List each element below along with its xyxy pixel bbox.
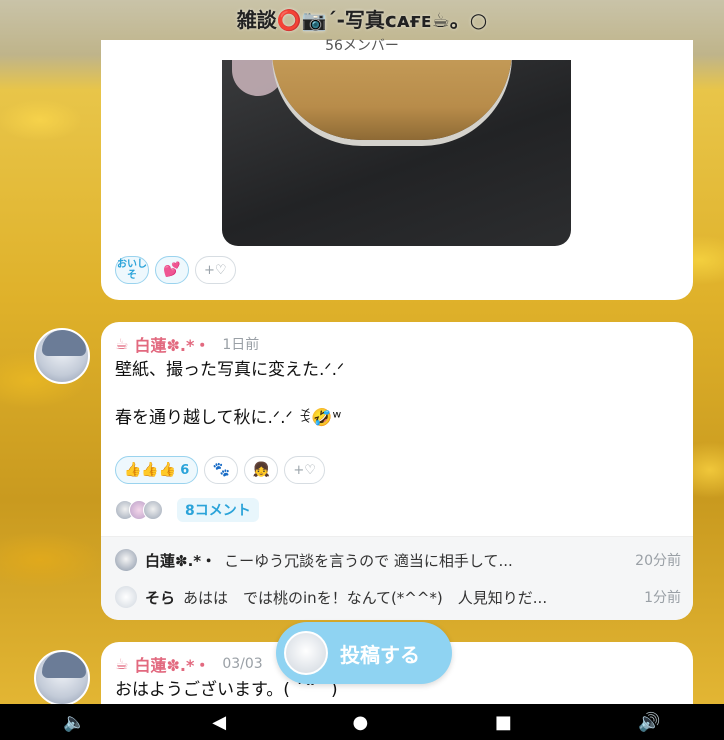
member-count[interactable]: 56メンバー (0, 35, 724, 55)
character-sticker: 🐾 (212, 462, 231, 478)
reaction-bar: おいしそ 💕 +♡ (115, 256, 236, 284)
avatar (143, 500, 163, 520)
add-reaction-icon: +♡ (204, 262, 227, 278)
system-navbar: 🔈 ◀ ● ■ 🔊 (0, 704, 724, 740)
reaction-thumbs-up[interactable]: 👍👍👍 6 (115, 456, 199, 484)
thumbs-up-icon: 👍👍👍 (124, 462, 177, 478)
avatar (115, 549, 137, 571)
author-name[interactable]: 白蓮✽.*・ (134, 332, 210, 356)
add-reaction-button[interactable]: +♡ (284, 456, 325, 484)
reaction-bar: 👍👍👍 6 🐾 👧 +♡ (115, 456, 325, 484)
hearts-emoji: 💕 (163, 262, 181, 278)
home-icon[interactable]: ● (353, 712, 369, 733)
post-author-row: ☕ 白蓮✽.*・ 1日前 (115, 332, 259, 356)
post-photo[interactable] (222, 60, 571, 246)
post-body: 壁紙、撮った写真に変えた.ᐟ.ᐟ 春を通り越して秋に.ᐟ.ᐟ ꉂ🤣ʷ (115, 360, 345, 428)
post-card[interactable]: ☕ 白蓮✽.*・ 1日前 壁紙、撮った写真に変えた.ᐟ.ᐟ 春を通り越して秋に.… (101, 322, 693, 620)
miku-sticker: 👧 (252, 462, 271, 478)
chat-header[interactable]: 雑談⭕📷ˊ-写真ᴄᴀғᴇ☕。○ 56メンバー (0, 0, 724, 56)
reaction-miku[interactable]: 👧 (244, 456, 279, 484)
comment-time: 20分前 (635, 553, 681, 569)
reaction-oishiso[interactable]: おいしそ (115, 256, 149, 284)
post-author-row: ☕ 白蓮✽.*・ 03/03 (115, 652, 263, 676)
post-card[interactable]: おいしそ 💕 +♡ (101, 40, 693, 300)
avatar[interactable] (34, 328, 90, 384)
comment-author: そら (145, 588, 176, 607)
post-button-label: 投稿する (340, 642, 420, 667)
volume-up-icon[interactable]: 🔊 (638, 712, 660, 733)
add-reaction-button[interactable]: +♡ (195, 256, 236, 284)
post-button[interactable]: 投稿する (276, 622, 452, 684)
author-name[interactable]: 白蓮✽.*・ (134, 652, 210, 676)
post-time: 1日前 (222, 337, 260, 353)
recents-icon[interactable]: ■ (495, 712, 512, 733)
avatar (115, 586, 137, 608)
reaction-count: 6 (180, 462, 190, 478)
coffee-cup-icon: ☕ (115, 655, 129, 673)
coffee-cup-icon: ☕ (115, 335, 129, 353)
comment-text: あはは では桃のinを！なんて(*^^*) 人見知りだ... (183, 588, 548, 607)
photo-dessert-cup (272, 60, 512, 140)
avatar[interactable] (34, 650, 90, 706)
add-reaction-icon: +♡ (293, 462, 316, 478)
comment-preview[interactable]: 白蓮✽.*・ こーゆう冗談を言うので 適当に相手して... 20分前 そら あは… (101, 536, 693, 620)
back-icon[interactable]: ◀ (212, 712, 226, 733)
comment-row[interactable]: そら あはは では桃のinを！なんて(*^^*) 人見知りだ... 1分前 (115, 582, 681, 612)
reaction-character[interactable]: 🐾 (204, 456, 239, 484)
avatar (284, 631, 328, 675)
comment-time: 1分前 (644, 590, 681, 606)
reaction-label: おいしそ (117, 259, 147, 281)
chat-title: 雑談⭕📷ˊ-写真ᴄᴀғᴇ☕。○ (236, 8, 488, 32)
comments-link[interactable]: 8コメント (177, 498, 259, 522)
comment-row[interactable]: 白蓮✽.*・ こーゆう冗談を言うので 適当に相手して... 20分前 (115, 545, 681, 575)
comment-author: 白蓮✽.*・ (145, 551, 217, 570)
commenter-avatars (115, 500, 163, 520)
reaction-hearts[interactable]: 💕 (155, 256, 189, 284)
comment-text: こーゆう冗談を言うので 適当に相手して... (224, 551, 513, 570)
volume-down-icon[interactable]: 🔈 (63, 712, 85, 733)
post-time: 03/03 (222, 656, 263, 672)
